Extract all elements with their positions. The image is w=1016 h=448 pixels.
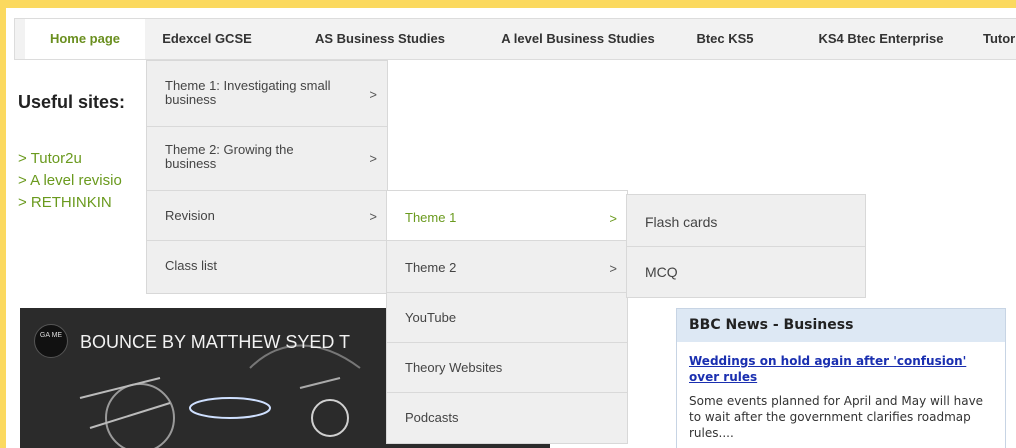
menu-item-label: Theme 1 — [405, 210, 457, 225]
menu-item-label: Theme 2: Growing the business — [165, 142, 294, 171]
link-tutor2u[interactable]: > Tutor2u — [18, 150, 82, 167]
menu-item-label: Theory Websites — [405, 360, 503, 375]
bbc-headline-link[interactable]: Weddings on hold again after 'confusion'… — [689, 353, 979, 385]
tab-btec-ks5[interactable]: Btec KS5 — [687, 19, 763, 59]
link-rethinking[interactable]: > RETHINKIN — [18, 194, 112, 211]
menu-item-theme-1-investigating[interactable]: Theme 1: Investigating small business > — [147, 61, 387, 127]
menu-item-label: Flash cards — [645, 214, 718, 230]
tab-edexcel-gcse[interactable]: Edexcel GCSE — [153, 19, 261, 59]
page: Home page Edexcel GCSE AS Business Studi… — [6, 8, 1016, 448]
menu-item-label: YouTube — [405, 310, 457, 325]
chevron-right-icon: > — [369, 209, 377, 224]
menu-item-theory-websites[interactable]: Theory Websites — [387, 343, 627, 393]
menu-item-label: Revision — [165, 208, 215, 223]
menu-item-label: Theme 1: Investigating small business — [165, 78, 331, 107]
menu-item-mcq[interactable]: MCQ — [627, 247, 865, 297]
menu-item-theme-2-growing[interactable]: Theme 2: Growing the business > — [147, 127, 387, 191]
dropdown-edexcel-gcse: Theme 1: Investigating small business > … — [146, 60, 388, 294]
bbc-widget-title: BBC News - Business — [677, 309, 1005, 342]
menu-item-label: Podcasts — [405, 410, 459, 425]
dropdown-theme-1: Flash cards MCQ — [626, 194, 866, 298]
menu-item-podcasts[interactable]: Podcasts — [387, 393, 627, 443]
menu-item-label: Class list — [165, 258, 218, 273]
top-navigation: Home page Edexcel GCSE AS Business Studi… — [14, 18, 1016, 60]
useful-sites-heading: Useful sites: — [18, 92, 126, 112]
chevron-right-icon: > — [369, 151, 377, 166]
menu-item-youtube[interactable]: YouTube — [387, 293, 627, 343]
chevron-right-icon: > — [369, 87, 377, 102]
menu-item-flash-cards[interactable]: Flash cards — [627, 195, 865, 247]
video-title: BOUNCE BY MATTHEW SYED T — [80, 332, 351, 352]
tab-as-business-studies[interactable]: AS Business Studies — [295, 19, 465, 59]
menu-item-label: Theme 2 — [405, 260, 457, 275]
menu-item-theme-1[interactable]: Theme 1 > — [387, 191, 627, 241]
dropdown-revision: Theme 1 > Theme 2 > YouTube Theory Websi… — [386, 190, 628, 444]
channel-logo: GA ME — [34, 324, 68, 358]
bbc-summary: Some events planned for April and May wi… — [689, 394, 984, 440]
menu-item-label: MCQ — [645, 264, 678, 280]
tab-a-level-business-studies[interactable]: A level Business Studies — [485, 19, 671, 59]
chevron-right-icon: > — [609, 211, 617, 226]
menu-item-revision[interactable]: Revision > — [147, 191, 387, 241]
link-a-level-revision[interactable]: > A level revisio — [18, 172, 122, 189]
chevron-right-icon: > — [609, 261, 617, 276]
menu-item-theme-2[interactable]: Theme 2 > — [387, 241, 627, 293]
menu-item-class-list[interactable]: Class list — [147, 241, 387, 293]
bbc-news-widget: BBC News - Business Weddings on hold aga… — [676, 308, 1006, 448]
tab-home-page[interactable]: Home page — [25, 19, 145, 59]
tab-ks4-btec-enterprise[interactable]: KS4 Btec Enterprise — [801, 19, 961, 59]
tab-tutor[interactable]: Tutor — [983, 19, 1016, 59]
